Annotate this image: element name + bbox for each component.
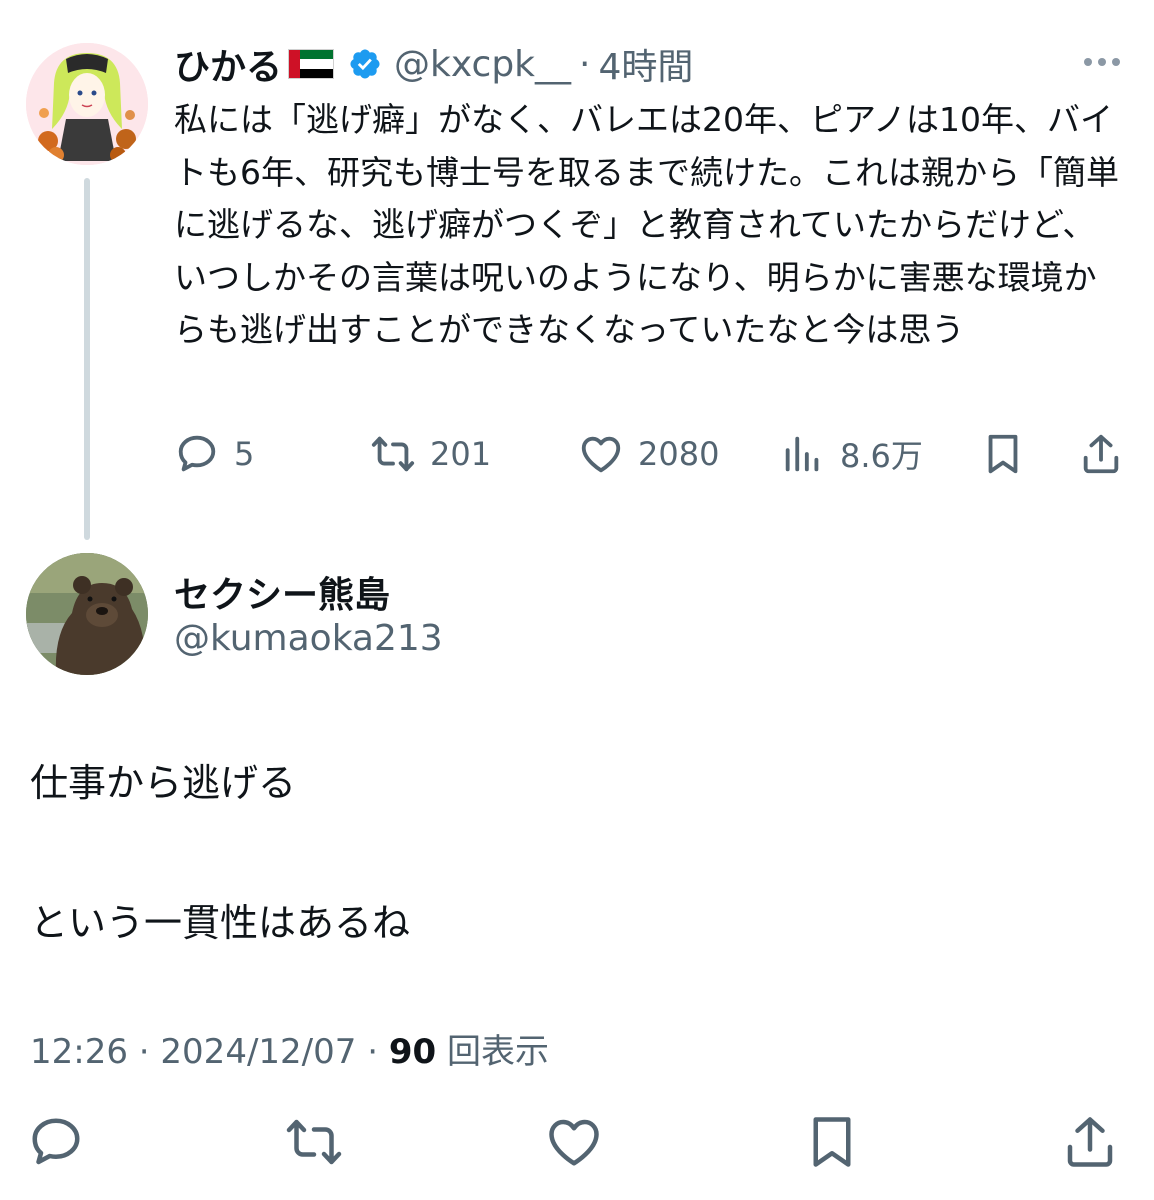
more-options-icon[interactable] — [1080, 52, 1124, 72]
avatar-illustration — [26, 43, 148, 165]
views-label: 回表示 — [446, 1032, 549, 1072]
separator-dot: · — [579, 43, 591, 85]
reply-button[interactable]: 5 — [174, 426, 254, 482]
views-button[interactable]: 8.6万 — [780, 426, 923, 482]
reply-text-line: という一貫性はあるね — [30, 901, 411, 945]
handle[interactable]: @kumaoka213 — [174, 618, 443, 659]
like-count: 2080 — [638, 435, 720, 473]
reply-actions — [0, 1108, 1154, 1178]
tweet-metadata: 12:26 · 2024/12/07 · 90 回表示 — [30, 1024, 549, 1073]
reply-icon — [178, 435, 216, 472]
retweet-count: 201 — [430, 435, 492, 473]
retweet-button[interactable]: 201 — [370, 426, 491, 482]
avatar[interactable] — [26, 553, 148, 675]
handle[interactable]: @kxcpk__ — [394, 44, 571, 85]
uae-flag-icon — [288, 49, 335, 79]
views-count: 8.6万 — [840, 437, 923, 475]
tweet-header: ひかる @kxcpk__ · 4時間 — [174, 38, 693, 90]
like-button[interactable]: 2080 — [578, 426, 719, 482]
retweet-icon — [371, 436, 415, 472]
display-name[interactable]: ひかる — [174, 38, 282, 90]
share-button[interactable] — [1078, 426, 1124, 482]
bookmark-button[interactable] — [980, 426, 1026, 482]
tweet-actions: 5 201 2080 8.6万 — [174, 426, 1124, 482]
separator-dot: · — [367, 1032, 379, 1072]
reply-text-line: 仕事から逃げる — [30, 761, 297, 805]
tweet-text: 私には「逃げ癖」がなく、バレエは20年、ピアノは10年、バイトも6年、研究も博士… — [174, 100, 1119, 349]
verified-badge-icon[interactable] — [348, 47, 382, 81]
display-name[interactable]: セクシー熊島 — [174, 566, 390, 618]
share-icon[interactable] — [1060, 1112, 1120, 1172]
thread-connector-line — [84, 178, 90, 540]
bear-avatar-image — [26, 553, 148, 675]
reply-count: 5 — [234, 435, 255, 473]
bookmark-icon[interactable] — [802, 1112, 862, 1172]
timestamp[interactable]: 4時間 — [598, 38, 693, 90]
separator-dot: · — [138, 1032, 150, 1072]
heart-icon — [581, 436, 621, 473]
views-count[interactable]: 90 — [389, 1032, 436, 1072]
heart-icon[interactable] — [544, 1112, 604, 1172]
reply-icon[interactable] — [26, 1112, 86, 1172]
avatar[interactable] — [26, 43, 148, 165]
post-time[interactable]: 12:26 — [30, 1032, 128, 1072]
analytics-icon — [785, 436, 819, 472]
share-icon — [1083, 434, 1119, 474]
post-date[interactable]: 2024/12/07 — [160, 1032, 356, 1072]
retweet-icon[interactable] — [284, 1112, 344, 1172]
bookmark-icon — [988, 434, 1018, 474]
